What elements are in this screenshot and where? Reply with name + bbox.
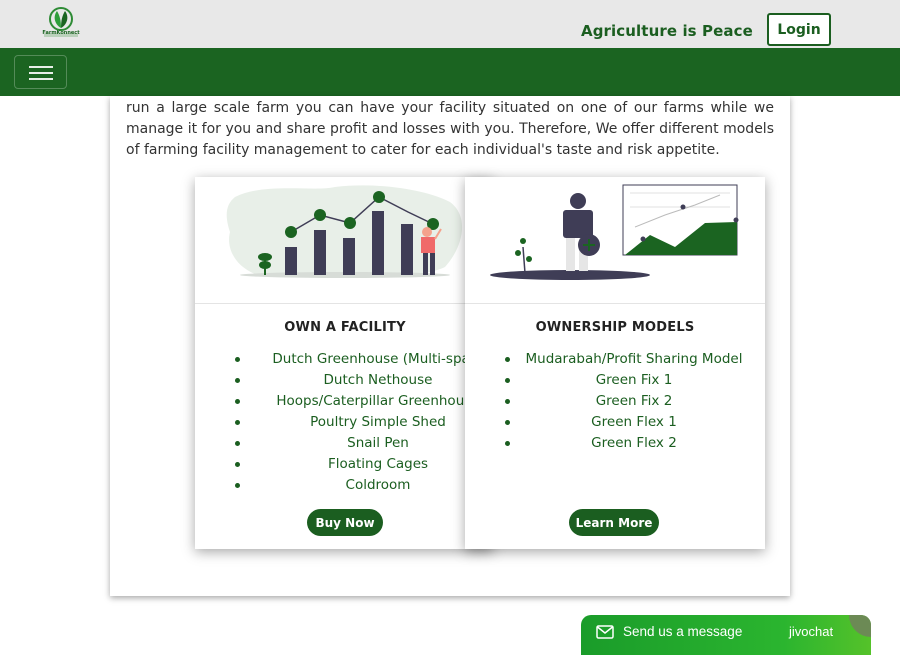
chat-corner-decoration xyxy=(849,615,871,637)
bullet-icon xyxy=(505,357,510,362)
hamburger-icon-line xyxy=(29,78,53,80)
bullet-icon xyxy=(235,441,240,446)
card-title: OWN A FACILITY xyxy=(284,320,406,335)
list-item: Green Flex 1 xyxy=(505,412,765,433)
intro-section: run a large scale farm you can have your… xyxy=(110,96,790,164)
list-item-label: Green Fix 1 xyxy=(595,372,673,388)
list-item: Hoops/Caterpillar Greenhouse xyxy=(235,391,493,412)
list-item: Mudarabah/Profit Sharing Model xyxy=(505,349,765,370)
ownership-models-card: OWNERSHIP MODELS Mudarabah/Profit Sharin… xyxy=(465,177,765,549)
envelope-icon xyxy=(596,625,614,639)
chat-widget[interactable]: Send us a message jivochat xyxy=(581,615,871,655)
login-button[interactable]: Login xyxy=(767,13,831,46)
growth-chart-illustration xyxy=(195,177,493,304)
bullet-icon xyxy=(235,462,240,467)
intro-paragraph: run a large scale farm you can have your… xyxy=(126,100,774,158)
bullet-icon xyxy=(505,378,510,383)
list-item: Dutch Nethouse xyxy=(235,370,493,391)
list-item-label: Dutch Nethouse xyxy=(323,372,433,388)
list-item: Green Fix 2 xyxy=(505,391,765,412)
buy-now-button[interactable]: Buy Now xyxy=(307,509,383,536)
investor-illustration xyxy=(465,177,765,304)
site-tagline: Agriculture is Peace xyxy=(581,22,753,40)
learn-more-button[interactable]: Learn More xyxy=(569,509,659,536)
chat-brand: jivochat xyxy=(789,624,834,639)
bullet-icon xyxy=(235,420,240,425)
hamburger-icon xyxy=(29,66,53,68)
own-facility-card: OWN A FACILITY Dutch Greenhouse (Multi-s… xyxy=(195,177,493,549)
list-item-label: Snail Pen xyxy=(347,435,409,451)
list-item-label: Green Flex 2 xyxy=(591,435,677,451)
farmkonnect-logo[interactable]: FarmKonnect xyxy=(42,6,80,40)
list-item: Floating Cages xyxy=(235,454,493,475)
bullet-icon xyxy=(505,420,510,425)
bullet-icon xyxy=(235,483,240,488)
hamburger-icon-line xyxy=(29,72,53,74)
bullet-icon xyxy=(235,357,240,362)
list-item-label: Dutch Greenhouse (Multi-span) xyxy=(272,351,484,367)
top-header: FarmKonnect Agriculture is Peace Login xyxy=(0,0,900,48)
list-item-label: Mudarabah/Profit Sharing Model xyxy=(525,351,743,367)
bullet-icon xyxy=(235,399,240,404)
list-item-label: Green Fix 2 xyxy=(595,393,673,409)
list-item-label: Coldroom xyxy=(345,477,411,493)
nav-bar xyxy=(0,48,900,96)
bullet-icon xyxy=(505,399,510,404)
list-item-label: Hoops/Caterpillar Greenhouse xyxy=(276,393,480,409)
list-item: Dutch Greenhouse (Multi-span) xyxy=(235,349,493,370)
bullet-icon xyxy=(235,378,240,383)
list-item: Coldroom xyxy=(235,475,493,496)
ownership-models-list: Mudarabah/Profit Sharing Model Green Fix… xyxy=(505,349,765,454)
menu-toggle-button[interactable] xyxy=(14,55,67,89)
list-item: Green Fix 1 xyxy=(505,370,765,391)
list-item-label: Poultry Simple Shed xyxy=(310,414,446,430)
list-item-label: Floating Cages xyxy=(327,456,429,472)
bullet-icon xyxy=(505,441,510,446)
logo-text: FarmKonnect xyxy=(42,30,80,36)
list-item: Poultry Simple Shed xyxy=(235,412,493,433)
list-item-label: Green Flex 1 xyxy=(591,414,677,430)
card-title: OWNERSHIP MODELS xyxy=(535,320,695,335)
chat-label: Send us a message xyxy=(623,624,743,639)
facility-list: Dutch Greenhouse (Multi-span) Dutch Neth… xyxy=(235,349,493,496)
list-item: Green Flex 2 xyxy=(505,433,765,454)
list-item: Snail Pen xyxy=(235,433,493,454)
